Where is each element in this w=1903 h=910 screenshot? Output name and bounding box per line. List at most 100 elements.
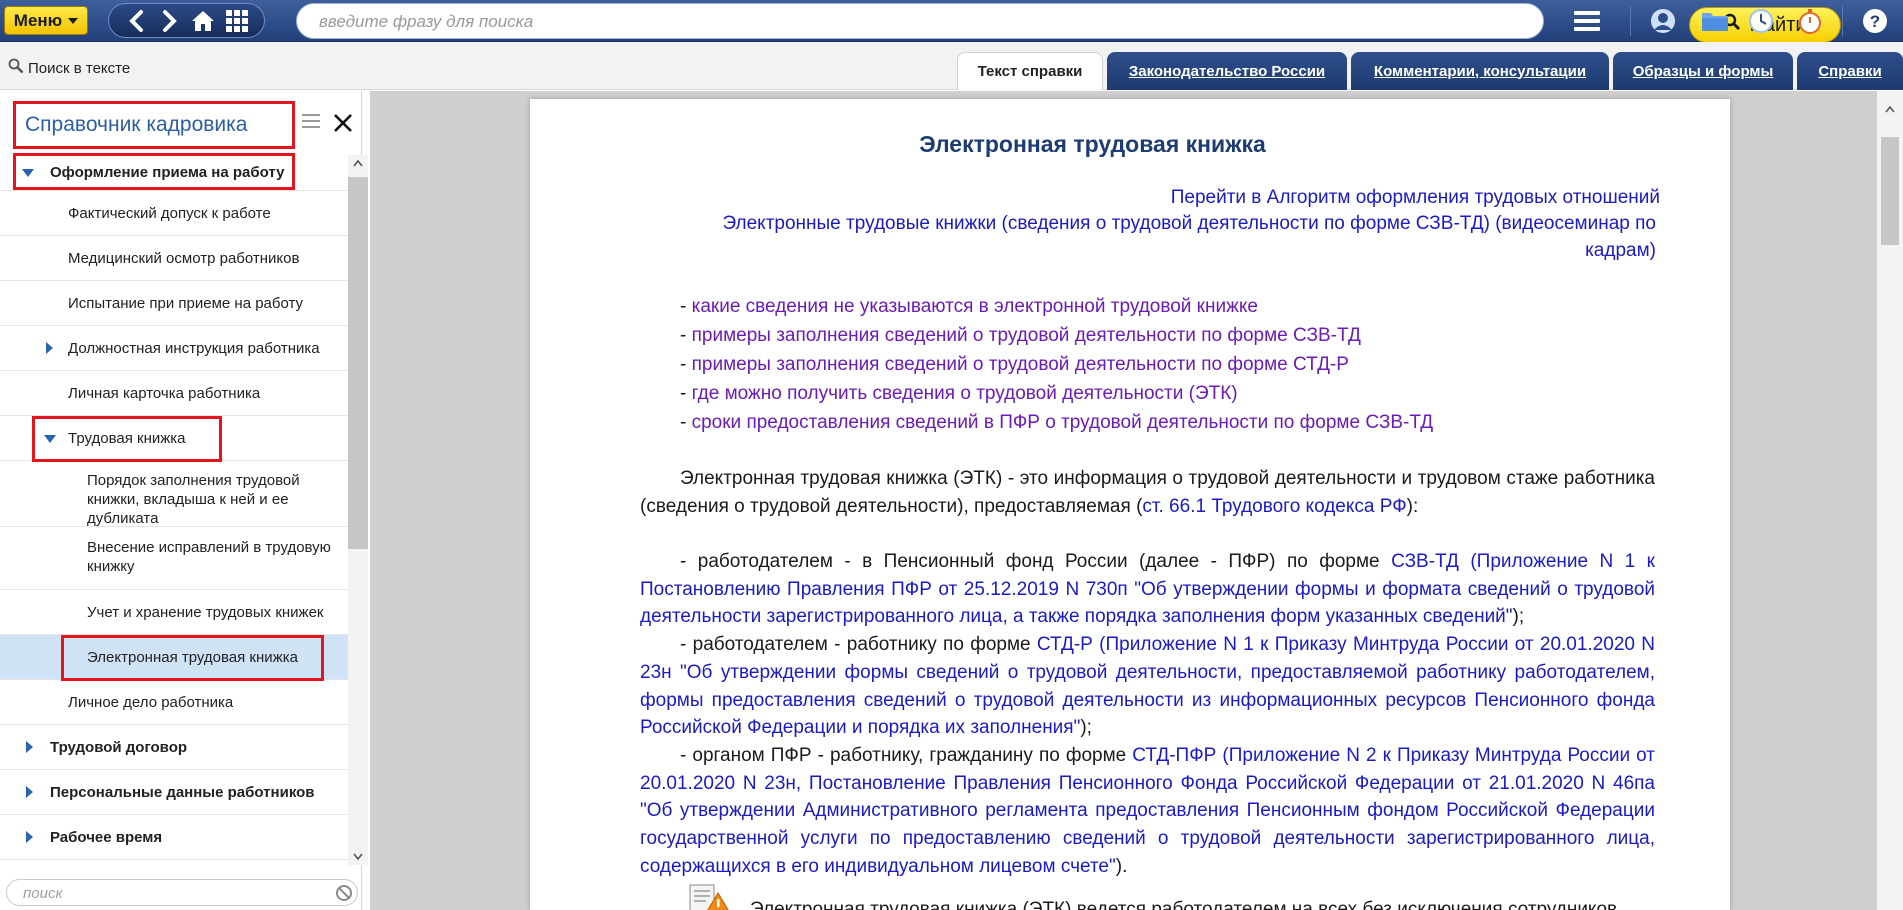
sidebar-item-working-time[interactable]: Рабочее время [0,815,348,860]
sidebar: Справочник кадровика Оформление приема н… [0,91,368,910]
sidebar-search-input[interactable] [23,883,313,903]
warning-note-icon [688,883,732,910]
link-text: Перейти в Алгоритм оформления трудовых о… [1170,187,1660,208]
help-icon[interactable]: ? [1860,6,1890,36]
form-link[interactable]: СЗВ-ТД [1391,551,1459,572]
sidebar-item-job-description[interactable]: Должностная инструкция работника [0,326,348,371]
bullet-text: сроки предоставления сведений в ПФР о тр… [691,412,1434,433]
scroll-down-icon[interactable] [353,853,363,861]
clear-icon[interactable] [335,884,353,907]
search-input[interactable] [319,11,1379,33]
bullet-link[interactable]: - примеры заполнения сведений о трудовой… [680,322,1361,349]
article-link[interactable]: ст. 66.1 Трудового кодекса РФ [1142,496,1406,517]
toolbar: Поиск в тексте Текст справки Законодател… [0,42,1903,90]
svg-text:?: ? [1870,12,1880,31]
expand-right-icon[interactable] [46,342,53,354]
sidebar-item-filling-procedure[interactable]: Порядок заполнения трудовой книжки, вкла… [0,461,348,527]
top-bar: Меню Найти [0,0,1903,43]
sidebar-item-label: Медицинский осмотр работников [68,250,300,267]
form-link[interactable]: СТД-ПФР [1132,745,1216,766]
sidebar-item-personal-card[interactable]: Личная карточка работника [0,371,348,416]
bullet-link[interactable]: - примеры заполнения сведений о трудовой… [680,351,1349,378]
sidebar-search [6,879,358,906]
stopwatch-icon[interactable] [1795,6,1825,36]
bullet-link[interactable]: - сроки предоставления сведений в ПФР о … [680,409,1433,436]
tab-samples-forms[interactable]: Образцы и формы [1613,52,1793,90]
paragraph-text: Электронная трудовая книжка (ЭТК) ведетс… [750,899,1292,910]
sidebar-item-personal-data[interactable]: Персональные данные работников [0,770,348,815]
navigation-group [108,3,265,38]
sidebar-item-corrections[interactable]: Внесение исправлений в трудовую книжку [0,527,348,590]
list-menu-icon[interactable] [302,113,324,133]
bullet-text: где можно получить сведения о трудовой д… [691,383,1238,404]
tab-label: Справки [1818,62,1882,80]
tab-reference-text[interactable]: Текст справки [957,52,1103,90]
form-item: - органом ПФР - работнику, гражданину по… [640,742,1655,881]
form-item: - работодателем - работнику по форме СТД… [640,631,1655,742]
sidebar-item-medical-exam[interactable]: Медицинский осмотр работников [0,236,348,281]
highlight-box [13,153,295,190]
bullet-link[interactable]: - какие сведения не указываются в электр… [680,293,1258,320]
expand-right-icon[interactable] [26,741,33,753]
tab-label: Образцы и формы [1632,62,1774,80]
bullet-text: какие сведения не указываются в электрон… [691,296,1258,317]
seminar-link[interactable]: Электронные трудовые книжки (сведения о … [723,210,1657,264]
sidebar-item-label: Учет и хранение трудовых книжек [87,604,324,621]
sidebar-scrollbar[interactable] [348,155,368,865]
tab-references[interactable]: Справки [1797,52,1903,90]
expand-right-icon[interactable] [26,831,33,843]
tab-comments-consultations[interactable]: Комментарии, консультации [1351,52,1609,90]
user-icon[interactable] [1648,6,1678,36]
paragraph-text: ). [1115,855,1128,877]
paragraph-text: сотрудников [1502,899,1618,910]
underlined-text: на всех без исключения [1291,899,1503,910]
bullet-dash: - [680,296,692,317]
sidebar-item-labor-contract[interactable]: Трудовой договор [0,725,348,770]
search-in-text-button[interactable]: Поиск в тексте [8,58,130,78]
scrollbar-thumb[interactable] [348,177,368,549]
grid-icon[interactable] [222,6,252,36]
magnifier-icon [8,58,24,78]
scroll-up-icon[interactable] [1885,105,1895,113]
forward-icon[interactable] [155,6,185,36]
folder-icon[interactable] [1700,6,1730,36]
expand-right-icon[interactable] [26,786,33,798]
sidebar-item-storage[interactable]: Учет и хранение трудовых книжек [0,590,348,635]
paragraph-text: ( [1092,634,1106,656]
tab-label: Комментарии, консультации [1373,62,1587,80]
paragraph-text: ); [1512,606,1525,628]
sidebar-item-personal-file[interactable]: Личное дело работника [0,680,348,725]
sidebar-item-probation[interactable]: Испытание при приеме на работу [0,281,348,326]
forms-list: - работодателем - в Пенсионный фонд Росс… [640,548,1655,880]
sidebar-title: Справочник кадровика [25,113,248,136]
paragraph-text: ( [1458,551,1477,572]
document-area: Электронная трудовая книжка Перейти в Ал… [370,91,1877,910]
bullet-dash: - [680,325,692,346]
document-scrollbar[interactable] [1877,91,1903,910]
sidebar-item-actual-admission[interactable]: Фактический допуск к работе [0,191,348,236]
paragraph-text: - работодателем - в Пенсионный фонд Росс… [680,551,1392,572]
sidebar-item-label: Внесение исправлений в трудовую книжку [87,539,331,575]
algorithm-link[interactable]: Перейти в Алгоритм оформления трудовых о… [1171,184,1660,211]
bullet-link[interactable]: - где можно получить сведения о трудовой… [680,380,1238,407]
link-text: Электронные трудовые книжки (сведения о … [722,213,1657,234]
sidebar-item-label: Личное дело работника [68,694,234,711]
sidebar-item-label: Порядок заполнения трудовой книжки, вкла… [87,472,300,527]
form-link[interactable]: СТД-Р [1037,634,1093,655]
sidebar-item-label: Должностная инструкция работника [68,340,320,357]
intro-paragraph: Электронная трудовая книжка (ЭТК) - это … [640,465,1655,520]
highlight-box [32,416,222,462]
bullet-text: примеры заполнения сведений о трудовой д… [691,354,1349,375]
tab-russian-legislation[interactable]: Законодательство России [1107,52,1347,90]
hamburger-icon[interactable] [1572,6,1602,36]
scroll-up-icon[interactable] [353,159,363,167]
close-icon[interactable] [331,111,357,137]
caret-down-icon [68,17,79,24]
clock-icon[interactable] [1746,6,1776,36]
scrollbar-thumb[interactable] [1881,137,1899,245]
menu-button[interactable]: Меню [4,6,88,35]
paragraph-text: ); [1080,717,1092,739]
sidebar-item-label: Рабочее время [50,829,163,846]
back-icon[interactable] [121,6,151,36]
home-icon[interactable] [188,6,218,36]
